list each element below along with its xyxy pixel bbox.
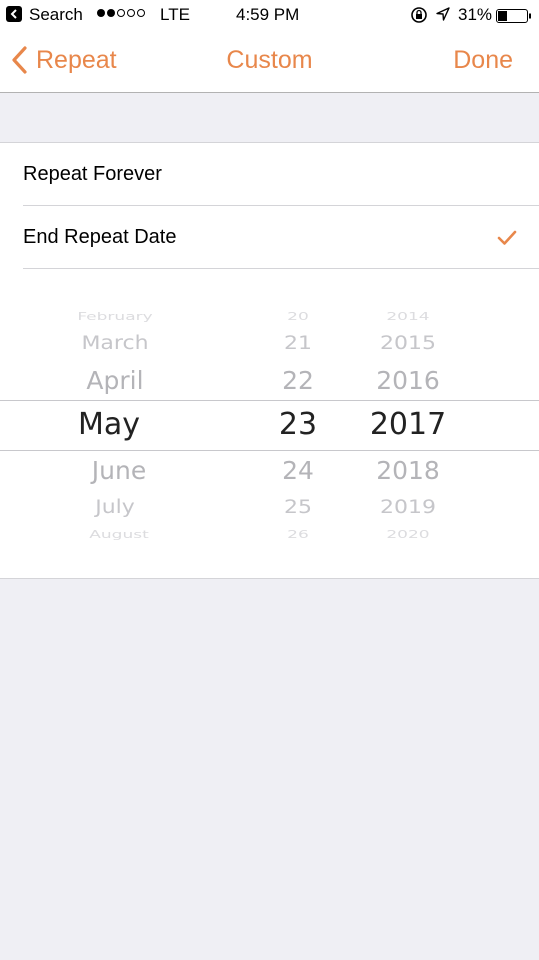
picker-day-item[interactable]: 24 bbox=[258, 456, 338, 486]
orientation-lock-icon bbox=[410, 6, 428, 29]
picker-year-item[interactable]: 2020 bbox=[358, 529, 458, 541]
picker-year-item[interactable]: 2016 bbox=[358, 366, 458, 396]
carrier-label: LTE bbox=[160, 5, 190, 24]
picker-day-item[interactable]: 21 bbox=[258, 333, 338, 355]
picker-selection-top-line bbox=[0, 400, 539, 401]
picker-day-selected[interactable]: 23 bbox=[258, 407, 338, 443]
checkmark-icon bbox=[497, 230, 517, 245]
date-picker[interactable]: February March April May June July Augus… bbox=[0, 295, 539, 555]
end-repeat-options: Repeat Forever End Repeat Date February … bbox=[0, 142, 539, 579]
signal-strength-icon bbox=[97, 9, 147, 29]
picker-month-item[interactable]: March bbox=[40, 333, 190, 355]
navigation-bar: Repeat Custom Done bbox=[0, 30, 539, 93]
end-repeat-date-label: End Repeat Date bbox=[23, 226, 177, 248]
picker-year-item[interactable]: 2015 bbox=[358, 333, 458, 355]
picker-month-selected[interactable]: May bbox=[34, 407, 184, 443]
picker-day-item[interactable]: 26 bbox=[258, 529, 338, 541]
repeat-forever-option[interactable]: Repeat Forever bbox=[0, 143, 539, 205]
location-arrow-icon bbox=[435, 6, 451, 27]
picker-year-item[interactable]: 2019 bbox=[358, 497, 458, 519]
status-bar: Search LTE 4:59 PM 31% bbox=[0, 0, 539, 30]
picker-month-item[interactable]: February bbox=[40, 311, 190, 323]
back-to-app-icon[interactable] bbox=[6, 6, 22, 22]
picker-month-item[interactable]: July bbox=[40, 497, 190, 519]
picker-selection-bottom-line bbox=[0, 450, 539, 451]
done-button[interactable]: Done bbox=[453, 44, 513, 76]
picker-year-selected[interactable]: 2017 bbox=[358, 407, 458, 443]
row-divider bbox=[23, 268, 539, 269]
repeat-forever-label: Repeat Forever bbox=[23, 163, 162, 185]
picker-month-item[interactable]: June bbox=[44, 456, 194, 486]
battery-percent: 31% bbox=[458, 5, 493, 24]
end-repeat-date-option[interactable]: End Repeat Date bbox=[0, 206, 539, 268]
status-time: 4:59 PM bbox=[236, 5, 300, 24]
picker-day-item[interactable]: 22 bbox=[258, 366, 338, 396]
picker-year-item[interactable]: 2018 bbox=[358, 456, 458, 486]
picker-month-item[interactable]: April bbox=[40, 366, 190, 396]
picker-day-item[interactable]: 20 bbox=[258, 311, 338, 323]
picker-month-item[interactable]: August bbox=[44, 529, 194, 541]
picker-year-item[interactable]: 2014 bbox=[358, 311, 458, 323]
back-to-app-label[interactable]: Search bbox=[29, 5, 83, 25]
battery-icon bbox=[496, 8, 532, 28]
picker-day-item[interactable]: 25 bbox=[258, 497, 338, 519]
